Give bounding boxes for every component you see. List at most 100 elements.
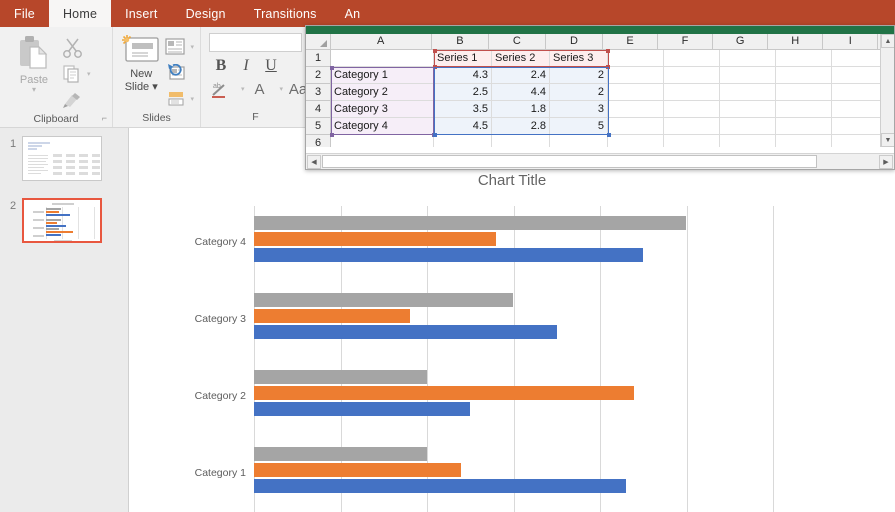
cell-a6[interactable] [331,135,434,147]
column-header-g[interactable]: G [713,34,769,50]
bar-series2-category3[interactable] [254,309,410,323]
cell-e4[interactable] [608,101,664,118]
layout-dropdown-caret-icon[interactable]: ▾ [190,43,194,51]
slide-canvas[interactable]: Chart Title Category 4 Category 3 Catego… [129,128,895,512]
bar-series3-category4[interactable] [254,216,686,230]
cell-h6[interactable] [776,135,832,147]
cell-h4[interactable] [776,101,832,118]
cell-b5[interactable]: 4.5 [434,118,492,135]
font-name-input[interactable] [209,33,302,52]
column-header-i[interactable]: I [823,34,879,50]
font-color-button[interactable]: A [250,79,270,99]
horizontal-scroll-thumb[interactable] [322,155,817,168]
categories-handle-tl[interactable] [330,66,334,70]
cell-h1[interactable] [776,50,832,67]
cell-f5[interactable] [664,118,720,135]
cell-c4[interactable]: 1.8 [492,101,550,118]
cell-g1[interactable] [720,50,776,67]
cell-f6[interactable] [664,135,720,147]
bold-button[interactable]: B [211,56,231,76]
paste-dropdown-caret-icon[interactable]: ▾ [32,86,36,94]
bar-series2-category2[interactable] [254,386,634,400]
bar-series1-category4[interactable] [254,248,643,262]
cell-f1[interactable] [664,50,720,67]
bar-series3-category2[interactable] [254,370,427,384]
cell-f2[interactable] [664,67,720,84]
scroll-up-button[interactable]: ▲ [881,34,894,48]
series-names-handle-br[interactable] [606,65,610,69]
chart-data-worksheet-window[interactable]: A B C D E F G H I 1 Series 1 Series 2 Se… [305,25,895,170]
cell-b6[interactable] [434,135,492,147]
cell-a3[interactable]: Category 2 [331,84,434,101]
format-painter-button[interactable] [62,88,91,112]
cell-f3[interactable] [664,84,720,101]
categories-handle-bl[interactable] [330,133,334,137]
italic-button[interactable]: I [236,56,256,76]
values-handle-br[interactable] [607,133,611,137]
cell-e3[interactable] [608,84,664,101]
bar-series1-category2[interactable] [254,402,470,416]
select-all-corner-icon[interactable] [306,34,331,50]
clipboard-dialog-launcher-icon[interactable]: ⌐ [102,111,107,126]
row-header-3[interactable]: 3 [306,84,331,101]
cell-h2[interactable] [776,67,832,84]
scroll-right-button[interactable]: ▶ [879,154,893,169]
cell-g5[interactable] [720,118,776,135]
cell-a2[interactable]: Category 1 [331,67,434,84]
cell-g3[interactable] [720,84,776,101]
bar-series3-category3[interactable] [254,293,513,307]
cell-c2[interactable]: 2.4 [492,67,550,84]
row-header-4[interactable]: 4 [306,101,331,118]
row-header-5[interactable]: 5 [306,118,331,135]
column-header-e[interactable]: E [602,34,659,50]
thumbnail-2-preview[interactable] [22,198,102,243]
paste-button[interactable]: Paste ▾ [6,32,62,94]
underline-button[interactable]: U [261,56,281,76]
cell-d4[interactable]: 3 [550,101,608,118]
row-header-2[interactable]: 2 [306,67,331,84]
copy-dropdown-caret-icon[interactable]: ▾ [87,70,91,78]
tab-design[interactable]: Design [172,0,240,27]
reset-button[interactable] [165,60,194,85]
values-handle-bl[interactable] [433,133,437,137]
cell-b2[interactable]: 4.3 [434,67,492,84]
series-names-handle-tl[interactable] [433,49,437,53]
cell-e6[interactable] [608,135,664,147]
section-dropdown-caret-icon[interactable]: ▾ [190,95,194,103]
thumbnail-slide-2[interactable]: 2 [4,198,102,243]
new-slide-button[interactable]: New Slide ▾ [119,32,163,94]
cell-c6[interactable] [492,135,550,147]
cell-g2[interactable] [720,67,776,84]
cell-h5[interactable] [776,118,832,135]
thumbnail-slide-1[interactable]: 1 [4,136,102,181]
cell-g6[interactable] [720,135,776,147]
bar-series2-category4[interactable] [254,232,496,246]
tab-transitions[interactable]: Transitions [240,0,331,27]
section-button[interactable]: ▾ [165,86,194,111]
font-color-dropdown-caret-icon[interactable]: ▾ [280,85,284,93]
row-header-6[interactable]: 6 [306,135,331,147]
cell-c5[interactable]: 2.8 [492,118,550,135]
bar-series1-category1[interactable] [254,479,626,493]
thumbnail-1-preview[interactable] [22,136,102,181]
slide-thumbnail-pane[interactable]: 1 2 [0,128,129,512]
cell-f4[interactable] [664,101,720,118]
tab-animations[interactable]: An [331,0,375,27]
text-shadow-dropdown-caret-icon[interactable]: ▾ [241,85,245,93]
series-names-handle-tr[interactable] [606,49,610,53]
cell-d3[interactable]: 2 [550,84,608,101]
column-header-d[interactable]: D [545,34,603,50]
cell-a4[interactable]: Category 3 [331,101,434,118]
cell-e1[interactable] [608,50,664,67]
worksheet-vertical-scrollbar[interactable]: ▲ ▼ [880,34,894,147]
worksheet-title-bar[interactable] [306,26,894,34]
cell-b1[interactable]: Series 1 [434,50,492,67]
cell-b4[interactable]: 3.5 [434,101,492,118]
cell-d6[interactable] [550,135,608,147]
cell-a5[interactable]: Category 4 [331,118,434,135]
column-header-h[interactable]: H [768,34,824,50]
cut-button[interactable] [62,36,91,60]
worksheet-horizontal-scrollbar[interactable]: ◀ ▶ [306,153,894,169]
bar-series1-category3[interactable] [254,325,557,339]
copy-button[interactable]: ▾ [62,62,91,86]
